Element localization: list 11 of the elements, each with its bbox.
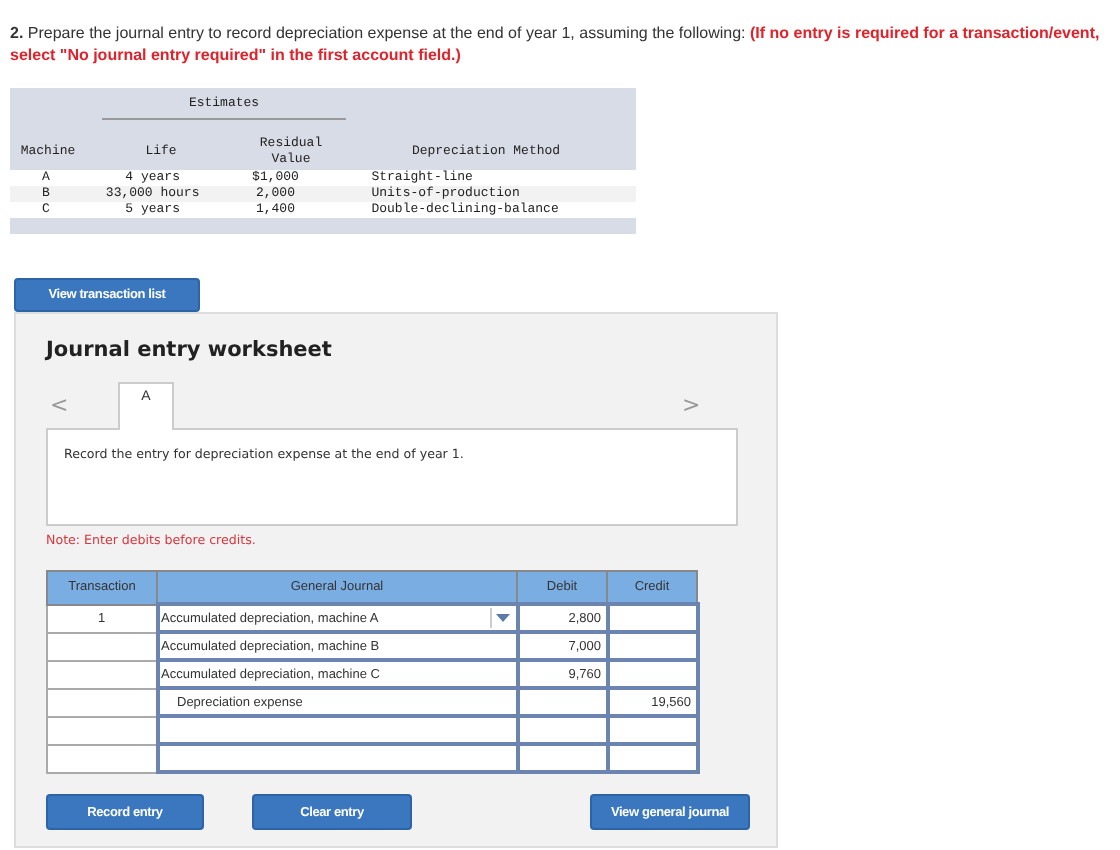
table-cell (47, 744, 157, 772)
credit-field[interactable] (607, 604, 697, 632)
table-cell (47, 688, 157, 716)
table-cell (47, 716, 157, 744)
dropdown-caret-icon[interactable] (489, 608, 515, 628)
account-field[interactable] (157, 744, 517, 772)
table-cell (47, 660, 157, 688)
table-cell (47, 632, 157, 660)
account-field[interactable] (157, 716, 517, 744)
worksheet-title: Journal entry worksheet (46, 338, 334, 362)
question-text: 2. Prepare the journal entry to record depreciation expense at the end of year 1, assuming the following: (If no entry is required for a transaction/event, select "No journal entry required" in the first account field.) (8, 22, 1102, 66)
